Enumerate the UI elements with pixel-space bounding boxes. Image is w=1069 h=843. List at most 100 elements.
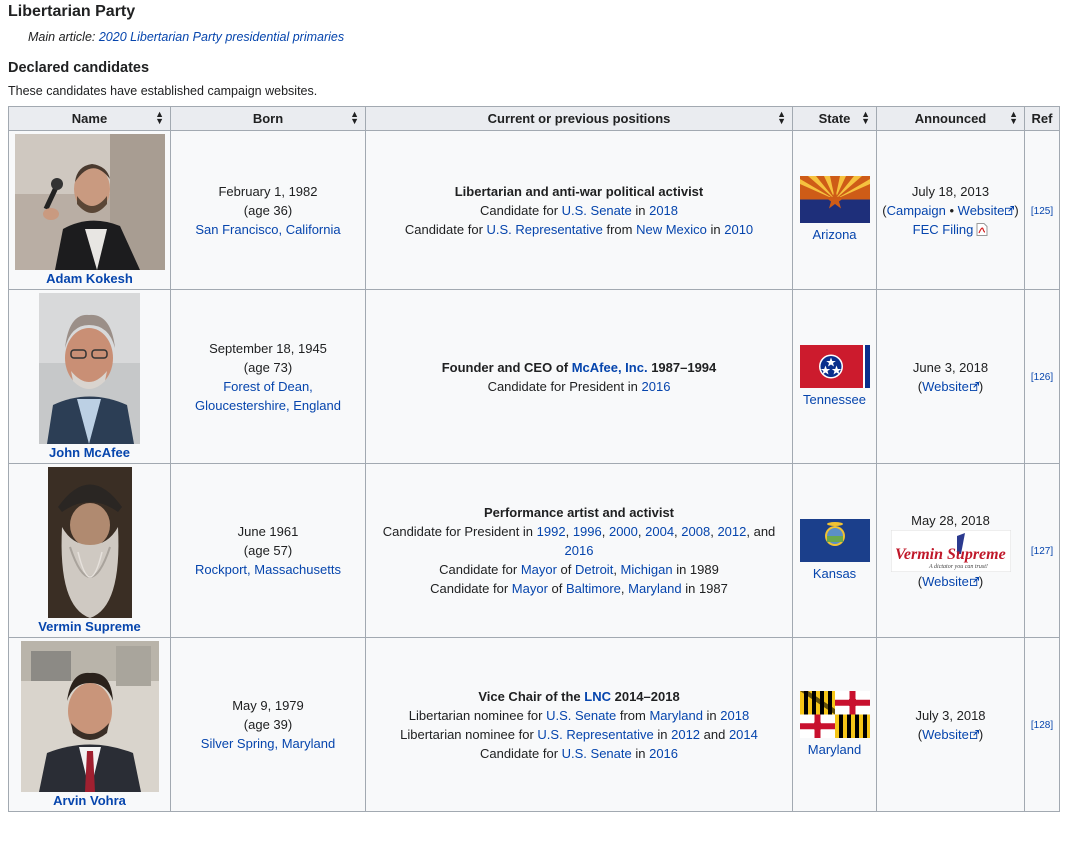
- state-link[interactable]: Maryland: [808, 742, 861, 757]
- state-link[interactable]: New Mexico: [636, 222, 707, 237]
- state-link[interactable]: Maryland: [649, 708, 702, 723]
- external-link-icon: [1005, 205, 1015, 215]
- campaign-logo-tagline: A dictator you can trust!: [928, 564, 988, 570]
- birthplace-link[interactable]: Silver Spring, Maryland: [201, 736, 335, 751]
- campaign-logo[interactable]: Vermin Supreme A dictator you can trust!: [890, 529, 1011, 572]
- website-link[interactable]: Website: [922, 379, 969, 394]
- candidate-photo[interactable]: [47, 466, 132, 618]
- year-link[interactable]: 2012: [671, 727, 700, 742]
- position-link[interactable]: Mayor: [521, 562, 557, 577]
- fec-filing-link[interactable]: FEC Filing: [913, 222, 974, 237]
- year-link[interactable]: 2014: [729, 727, 758, 742]
- positions-cell: Libertarian and anti-war political activ…: [365, 130, 793, 290]
- year-link[interactable]: 2008: [681, 524, 710, 539]
- year-link[interactable]: 2010: [724, 222, 753, 237]
- year-link[interactable]: 2016: [642, 379, 671, 394]
- reference-link[interactable]: [126]: [1031, 372, 1053, 383]
- announced-cell: July 18, 2013 (Campaign • Website) FEC F…: [876, 130, 1025, 290]
- position-link[interactable]: U.S. Senate: [562, 203, 632, 218]
- state-link[interactable]: Michigan: [621, 562, 673, 577]
- sort-icon[interactable]: ▲ ▼: [861, 110, 870, 126]
- main-article-link[interactable]: 2020 Libertarian Party presidential prim…: [99, 30, 344, 44]
- city-link[interactable]: Detroit: [575, 562, 613, 577]
- maryland-flag-icon[interactable]: [799, 690, 870, 738]
- website-link[interactable]: Website: [922, 574, 969, 589]
- born-cell: February 1, 1982 (age 36) San Francisco,…: [170, 130, 366, 290]
- external-link-icon: [969, 729, 979, 739]
- year-link[interactable]: 2016: [649, 746, 678, 761]
- year-link[interactable]: 2000: [609, 524, 638, 539]
- company-link[interactable]: McAfee, Inc.: [572, 360, 648, 375]
- year-link[interactable]: 1996: [573, 524, 602, 539]
- reference-link[interactable]: [128]: [1031, 720, 1053, 731]
- announced-cell: July 3, 2018 (Website): [876, 637, 1025, 812]
- table-row: Vermin Supreme June 1961 (age 57) Rockpo…: [8, 463, 1060, 638]
- campaign-link[interactable]: Campaign: [887, 203, 946, 218]
- column-header-name[interactable]: Name ▲ ▼: [8, 106, 171, 131]
- year-link[interactable]: 2004: [645, 524, 674, 539]
- state-cell: Tennessee: [792, 289, 877, 464]
- hatnote: Main article: 2020 Libertarian Party pre…: [28, 30, 345, 44]
- sort-icon[interactable]: ▲ ▼: [155, 110, 164, 126]
- column-header-born[interactable]: Born ▲ ▼: [170, 106, 366, 131]
- sort-icon[interactable]: ▲ ▼: [777, 110, 786, 126]
- sort-icon[interactable]: ▲ ▼: [1009, 110, 1018, 126]
- reference-link[interactable]: [127]: [1031, 546, 1053, 557]
- position-link[interactable]: U.S. Senate: [546, 708, 616, 723]
- candidate-photo[interactable]: [39, 292, 140, 444]
- page-content: Libertarian Party Main article: 2020 Lib…: [0, 0, 1069, 812]
- website-link[interactable]: Website: [922, 727, 969, 742]
- arizona-flag-icon[interactable]: [799, 176, 870, 223]
- sort-icon[interactable]: ▲ ▼: [350, 110, 359, 126]
- state-link[interactable]: Kansas: [813, 566, 856, 581]
- city-link[interactable]: Baltimore: [566, 581, 621, 596]
- year-link[interactable]: 2018: [720, 708, 749, 723]
- candidate-photo[interactable]: [20, 640, 159, 792]
- born-cell: May 9, 1979 (age 39) Silver Spring, Mary…: [170, 637, 366, 812]
- birthplace-link[interactable]: San Francisco, California: [195, 222, 340, 237]
- name-cell: John McAfee: [8, 289, 171, 464]
- candidate-name-link[interactable]: John McAfee: [13, 445, 166, 461]
- position-title: Founder and CEO of McAfee, Inc. 1987–199…: [441, 359, 717, 375]
- born-cell: June 1961 (age 57) Rockport, Massachuset…: [170, 463, 366, 638]
- column-header-state[interactable]: State ▲ ▼: [792, 106, 877, 131]
- candidate-photo[interactable]: [14, 133, 165, 270]
- position-link[interactable]: U.S. Senate: [562, 746, 632, 761]
- state-link[interactable]: Tennessee: [803, 392, 866, 407]
- intro-text: These candidates have established campai…: [8, 84, 318, 98]
- candidate-name-link[interactable]: Vermin Supreme: [13, 619, 166, 635]
- position-title: Libertarian and anti-war political activ…: [454, 183, 704, 199]
- website-link[interactable]: Website: [958, 203, 1005, 218]
- table-row: Arvin Vohra May 9, 1979 (age 39) Silver …: [8, 637, 1060, 812]
- reference-link[interactable]: [125]: [1031, 206, 1053, 217]
- state-cell: Kansas: [792, 463, 877, 638]
- column-header-positions[interactable]: Current or previous positions ▲ ▼: [365, 106, 793, 131]
- position-link[interactable]: U.S. Representative: [487, 222, 603, 237]
- state-link[interactable]: Maryland: [628, 581, 681, 596]
- year-link[interactable]: 2018: [649, 203, 678, 218]
- position-link[interactable]: U.S. Representative: [537, 727, 653, 742]
- year-link[interactable]: 2012: [717, 524, 746, 539]
- birthplace-link[interactable]: Rockport, Massachusetts: [195, 562, 341, 577]
- birthplace-link[interactable]: Forest of Dean, Gloucestershire, England: [195, 379, 341, 413]
- announced-cell: June 3, 2018 (Website): [876, 289, 1025, 464]
- state-cell: Maryland: [792, 637, 877, 812]
- tennessee-flag-icon[interactable]: [799, 344, 870, 388]
- candidates-table: Name ▲ ▼ Born ▲ ▼ Current or previous positi…: [8, 106, 1060, 812]
- positions-cell: Vice Chair of the LNC 2014–2018 Libertar…: [365, 637, 793, 812]
- ref-cell: [127]: [1024, 463, 1060, 638]
- year-link[interactable]: 2016: [565, 543, 594, 558]
- state-link[interactable]: Arizona: [812, 227, 856, 242]
- organization-link[interactable]: LNC: [584, 689, 611, 704]
- year-link[interactable]: 1992: [537, 524, 566, 539]
- column-header-announced[interactable]: Announced ▲ ▼: [876, 106, 1025, 131]
- kansas-flag-icon[interactable]: [799, 518, 870, 562]
- subheading: Declared candidates: [8, 60, 150, 76]
- position-link[interactable]: Mayor: [512, 581, 548, 596]
- column-header-ref: Ref: [1024, 106, 1060, 131]
- campaign-logo-name: Vermin Supreme: [895, 546, 1006, 563]
- candidate-name-link[interactable]: Adam Kokesh: [13, 271, 166, 287]
- candidate-name-link[interactable]: Arvin Vohra: [13, 793, 166, 809]
- pdf-icon: [976, 222, 988, 236]
- positions-cell: Founder and CEO of McAfee, Inc. 1987–199…: [365, 289, 793, 464]
